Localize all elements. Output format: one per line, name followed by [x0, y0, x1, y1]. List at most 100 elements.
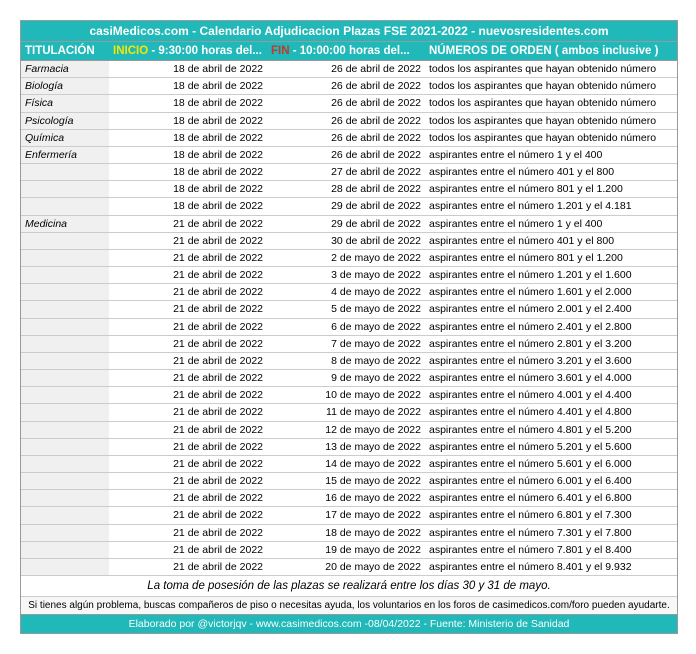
cell-numeros: aspirantes entre el número 2.401 y el 2.…: [425, 319, 677, 335]
table-row: Farmacia18 de abril de 202226 de abril d…: [21, 61, 677, 78]
cell-numeros: aspirantes entre el número 2.001 y el 2.…: [425, 301, 677, 317]
calendar-table: casiMedicos.com - Calendario Adjudicacio…: [20, 20, 678, 634]
cell-titulacion: Farmacia: [21, 61, 109, 77]
cell-numeros: aspirantes entre el número 2.801 y el 3.…: [425, 336, 677, 352]
cell-numeros: aspirantes entre el número 6.801 y el 7.…: [425, 507, 677, 523]
cell-numeros: aspirantes entre el número 6.001 y el 6.…: [425, 473, 677, 489]
cell-numeros: aspirantes entre el número 7.301 y el 7.…: [425, 525, 677, 541]
header-fin-label: FIN: [271, 45, 290, 57]
cell-numeros: aspirantes entre el número 4.401 y el 4.…: [425, 404, 677, 420]
cell-fin: 10 de mayo de 2022: [267, 387, 425, 403]
cell-inicio: 21 de abril de 2022: [109, 319, 267, 335]
cell-titulacion: [21, 319, 109, 335]
cell-inicio: 18 de abril de 2022: [109, 95, 267, 111]
cell-numeros: todos los aspirantes que hayan obtenido …: [425, 61, 677, 77]
table-row: 18 de abril de 202228 de abril de 2022as…: [21, 181, 677, 198]
header-titulacion: TITULACIÓN: [21, 42, 109, 60]
header-numeros: NÚMEROS DE ORDEN ( ambos inclusive ): [425, 42, 677, 60]
cell-fin: 28 de abril de 2022: [267, 181, 425, 197]
table-row: 21 de abril de 202212 de mayo de 2022asp…: [21, 422, 677, 439]
cell-inicio: 21 de abril de 2022: [109, 542, 267, 558]
footer-credits: Elaborado por @victorjqv - www.casimedic…: [21, 615, 677, 633]
header-fin: FIN - 10:00:00 horas del...: [267, 42, 425, 60]
table-row: 18 de abril de 202229 de abril de 2022as…: [21, 198, 677, 215]
cell-titulacion: [21, 370, 109, 386]
cell-fin: 19 de mayo de 2022: [267, 542, 425, 558]
cell-inicio: 21 de abril de 2022: [109, 387, 267, 403]
cell-numeros: aspirantes entre el número 5.201 y el 5.…: [425, 439, 677, 455]
cell-fin: 4 de mayo de 2022: [267, 284, 425, 300]
cell-inicio: 21 de abril de 2022: [109, 233, 267, 249]
cell-inicio: 21 de abril de 2022: [109, 284, 267, 300]
cell-titulacion: Medicina: [21, 216, 109, 232]
header-inicio-label: INICIO: [113, 45, 148, 57]
table-row: 21 de abril de 202214 de mayo de 2022asp…: [21, 456, 677, 473]
table-row: Medicina21 de abril de 202229 de abril d…: [21, 216, 677, 233]
cell-inicio: 21 de abril de 2022: [109, 370, 267, 386]
cell-titulacion: [21, 439, 109, 455]
table-row: 21 de abril de 202211 de mayo de 2022asp…: [21, 404, 677, 421]
cell-fin: 12 de mayo de 2022: [267, 422, 425, 438]
cell-titulacion: [21, 301, 109, 317]
cell-titulacion: [21, 164, 109, 180]
cell-fin: 5 de mayo de 2022: [267, 301, 425, 317]
table-row: Química18 de abril de 202226 de abril de…: [21, 130, 677, 147]
table-row: 21 de abril de 20222 de mayo de 2022aspi…: [21, 250, 677, 267]
cell-inicio: 18 de abril de 2022: [109, 61, 267, 77]
table-row: 21 de abril de 202218 de mayo de 2022asp…: [21, 525, 677, 542]
cell-inicio: 21 de abril de 2022: [109, 559, 267, 575]
table-row: 21 de abril de 20227 de mayo de 2022aspi…: [21, 336, 677, 353]
cell-fin: 29 de abril de 2022: [267, 198, 425, 214]
cell-titulacion: [21, 507, 109, 523]
cell-titulacion: [21, 336, 109, 352]
cell-titulacion: [21, 525, 109, 541]
cell-titulacion: [21, 404, 109, 420]
table-row: Psicología18 de abril de 202226 de abril…: [21, 113, 677, 130]
cell-numeros: todos los aspirantes que hayan obtenido …: [425, 113, 677, 129]
table-row: 21 de abril de 20225 de mayo de 2022aspi…: [21, 301, 677, 318]
cell-numeros: aspirantes entre el número 8.401 y el 9.…: [425, 559, 677, 575]
table-row: 21 de abril de 20226 de mayo de 2022aspi…: [21, 319, 677, 336]
cell-numeros: todos los aspirantes que hayan obtenido …: [425, 78, 677, 94]
cell-numeros: aspirantes entre el número 6.401 y el 6.…: [425, 490, 677, 506]
table-body: Farmacia18 de abril de 202226 de abril d…: [21, 61, 677, 576]
cell-inicio: 21 de abril de 2022: [109, 353, 267, 369]
cell-titulacion: [21, 233, 109, 249]
table-row: 21 de abril de 20229 de mayo de 2022aspi…: [21, 370, 677, 387]
cell-titulacion: [21, 284, 109, 300]
cell-titulacion: Química: [21, 130, 109, 146]
cell-fin: 3 de mayo de 2022: [267, 267, 425, 283]
cell-titulacion: [21, 542, 109, 558]
table-row: 21 de abril de 202210 de mayo de 2022asp…: [21, 387, 677, 404]
cell-titulacion: [21, 456, 109, 472]
cell-fin: 16 de mayo de 2022: [267, 490, 425, 506]
cell-fin: 26 de abril de 2022: [267, 95, 425, 111]
table-row: 21 de abril de 202219 de mayo de 2022asp…: [21, 542, 677, 559]
cell-titulacion: Biología: [21, 78, 109, 94]
table-row: 21 de abril de 202216 de mayo de 2022asp…: [21, 490, 677, 507]
table-row: 21 de abril de 202230 de abril de 2022as…: [21, 233, 677, 250]
cell-inicio: 18 de abril de 2022: [109, 164, 267, 180]
header-inicio: INICIO - 9:30:00 horas del...: [109, 42, 267, 60]
cell-fin: 29 de abril de 2022: [267, 216, 425, 232]
page-title: casiMedicos.com - Calendario Adjudicacio…: [21, 21, 677, 42]
cell-inicio: 18 de abril de 2022: [109, 130, 267, 146]
cell-fin: 26 de abril de 2022: [267, 113, 425, 129]
header-numeros-note: ( ambos inclusive ): [552, 45, 659, 57]
cell-inicio: 18 de abril de 2022: [109, 181, 267, 197]
cell-titulacion: [21, 250, 109, 266]
table-row: Biología18 de abril de 202226 de abril d…: [21, 78, 677, 95]
cell-inicio: 21 de abril de 2022: [109, 456, 267, 472]
cell-fin: 26 de abril de 2022: [267, 147, 425, 163]
cell-titulacion: [21, 422, 109, 438]
table-row: 21 de abril de 20224 de mayo de 2022aspi…: [21, 284, 677, 301]
table-row: 21 de abril de 20228 de mayo de 2022aspi…: [21, 353, 677, 370]
cell-fin: 9 de mayo de 2022: [267, 370, 425, 386]
cell-inicio: 18 de abril de 2022: [109, 147, 267, 163]
cell-numeros: aspirantes entre el número 1.201 y el 1.…: [425, 267, 677, 283]
cell-inicio: 21 de abril de 2022: [109, 301, 267, 317]
cell-titulacion: [21, 353, 109, 369]
footer-note-help: Si tienes algún problema, buscas compañe…: [21, 597, 677, 615]
footer-note-posesion: La toma de posesión de las plazas se rea…: [21, 576, 677, 597]
cell-inicio: 18 de abril de 2022: [109, 198, 267, 214]
